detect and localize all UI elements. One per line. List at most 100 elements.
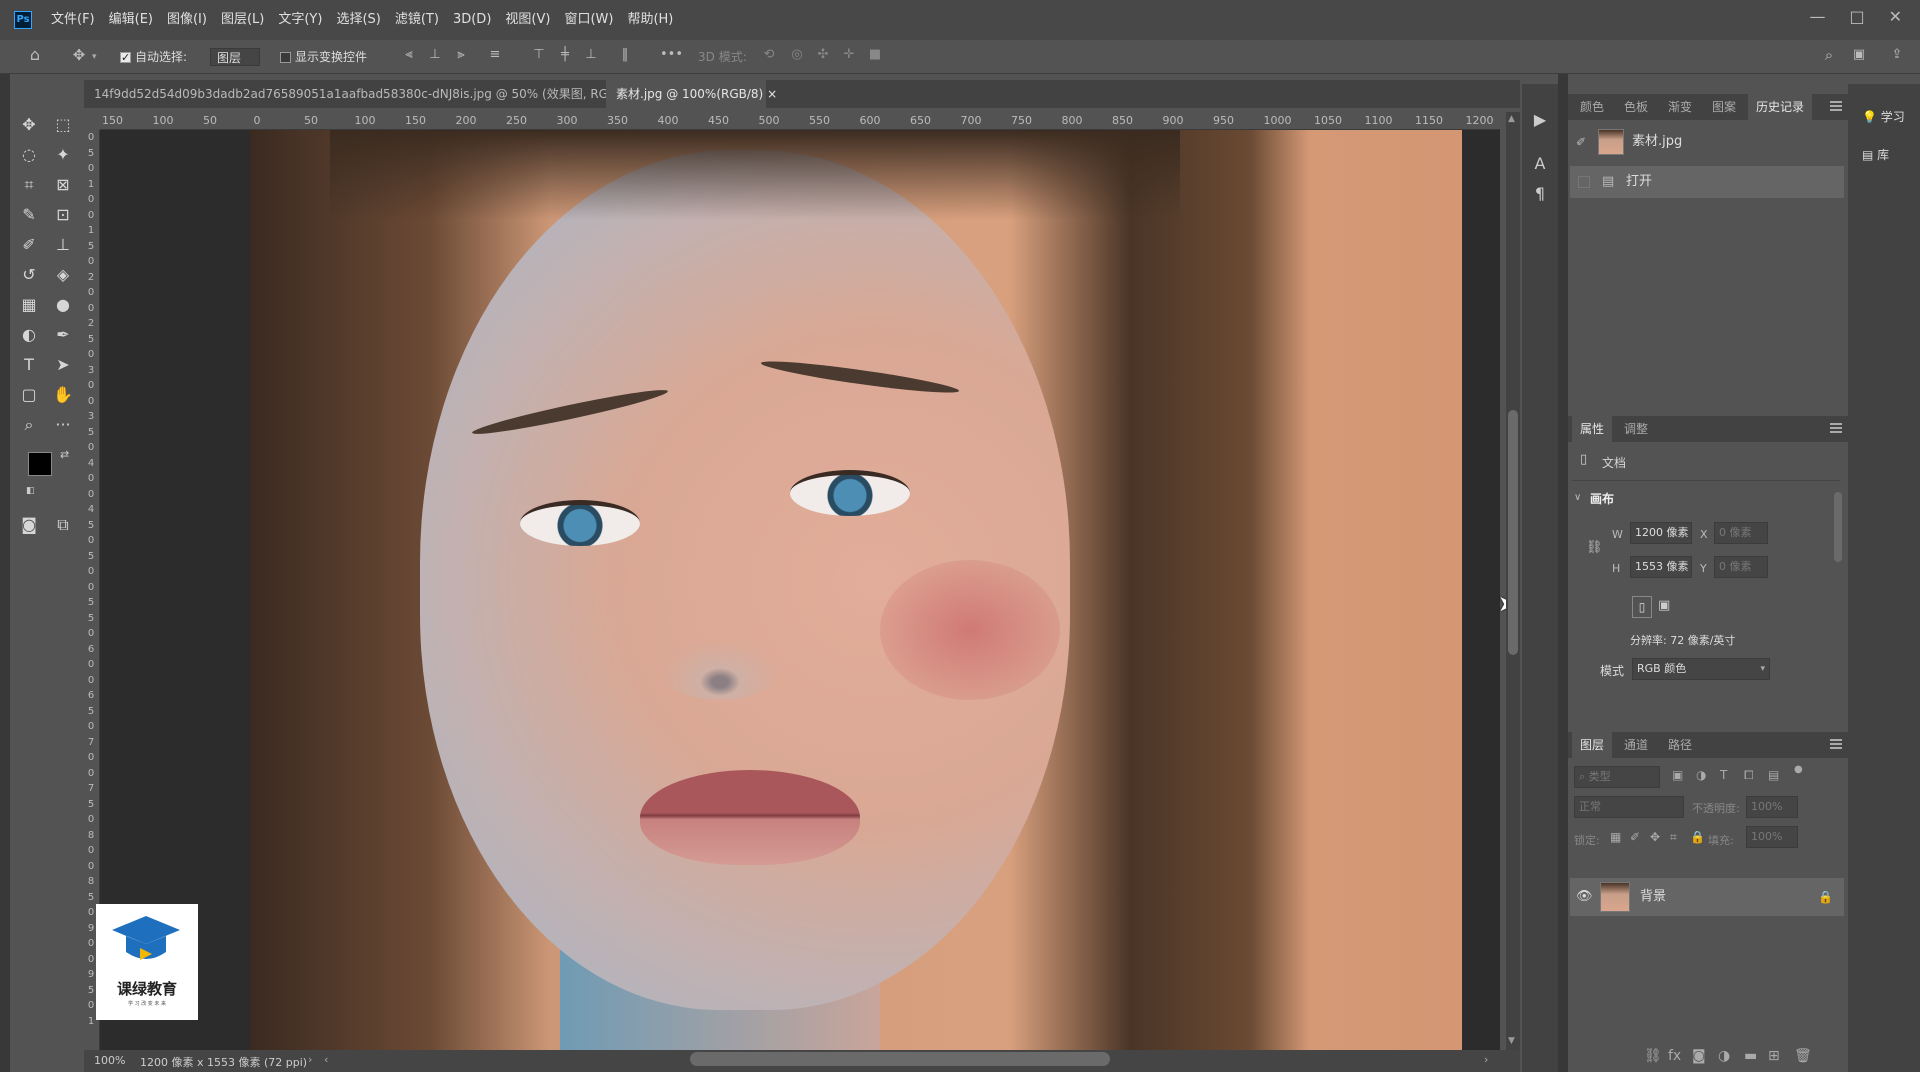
- auto-select-target-dropdown[interactable]: 图层: [210, 48, 261, 66]
- align-center-icon[interactable]: ⊥: [428, 48, 442, 62]
- history-item-open[interactable]: ▤ 打开: [1570, 166, 1844, 198]
- crop-tool-icon[interactable]: ⌗: [16, 172, 42, 198]
- panel-tab[interactable]: 属性: [1572, 416, 1613, 442]
- history-brush-icon[interactable]: ↺: [16, 262, 42, 288]
- align-top-icon[interactable]: ⊤: [532, 48, 546, 62]
- pen-tool-icon[interactable]: ✒: [50, 322, 76, 348]
- menu-item[interactable]: 窗口(W): [557, 0, 620, 40]
- background-color-swatch[interactable]: [44, 476, 68, 500]
- filter-smart-object-icon[interactable]: ▤: [1768, 768, 1779, 782]
- panel-tab[interactable]: 渐变: [1660, 94, 1700, 120]
- add-mask-icon[interactable]: ◙: [1692, 1048, 1706, 1064]
- move-tool-icon[interactable]: ✥: [16, 112, 42, 138]
- actions-play-icon[interactable]: ▶: [1530, 110, 1550, 130]
- panel-tab[interactable]: 色板: [1616, 94, 1656, 120]
- move-tool-icon[interactable]: ✥: [72, 48, 86, 63]
- menu-item[interactable]: 滤镜(T): [388, 0, 446, 40]
- learn-button[interactable]: 💡 学习: [1862, 108, 1905, 125]
- filter-shape-icon[interactable]: ⧠: [1744, 768, 1754, 783]
- menu-item[interactable]: 文件(F): [44, 0, 102, 40]
- tab-effect-image[interactable]: 14f9dd52d54d09b3dadb2ad76589051a1aafbad5…: [84, 80, 656, 108]
- more-tools-icon[interactable]: ···: [50, 412, 76, 438]
- properties-scroll-thumb[interactable]: [1834, 492, 1842, 562]
- stamp-tool-icon[interactable]: ⊥: [50, 232, 76, 258]
- gradient-tool-icon[interactable]: ▦: [16, 292, 42, 318]
- lasso-tool-icon[interactable]: ◌: [16, 142, 42, 168]
- close-button[interactable]: ✕: [1889, 7, 1902, 26]
- swap-colors-icon[interactable]: ⇄: [60, 448, 69, 461]
- filter-pixel-icon[interactable]: ▣: [1672, 768, 1683, 782]
- lock-position-icon[interactable]: ✥: [1650, 830, 1660, 844]
- shape-tool-icon[interactable]: ▢: [16, 382, 42, 408]
- link-layers-icon[interactable]: ⛓: [1644, 1048, 1662, 1064]
- hand-tool-icon[interactable]: ✋: [50, 382, 76, 408]
- menu-item[interactable]: 帮助(H): [620, 0, 680, 40]
- history-snapshot[interactable]: ✐ 素材.jpg: [1570, 126, 1844, 158]
- zoom-level[interactable]: 100%: [94, 1054, 125, 1067]
- height-field[interactable]: 1553 像素: [1630, 556, 1692, 578]
- blur-tool-icon[interactable]: ●: [50, 292, 76, 318]
- zoom-tool-icon[interactable]: ⌕: [16, 412, 42, 438]
- layer-lock-icon[interactable]: 🔒: [1818, 878, 1833, 916]
- panel-tab[interactable]: 颜色: [1572, 94, 1612, 120]
- screen-mode-icon[interactable]: ⧉: [50, 512, 76, 538]
- status-menu-chevron-icon[interactable]: ›: [308, 1053, 312, 1066]
- tab-source-image[interactable]: 素材.jpg @ 100%(RGB/8) ×: [606, 80, 777, 108]
- history-source-box[interactable]: [1578, 176, 1590, 188]
- properties-panel-menu-icon[interactable]: [1830, 423, 1842, 433]
- panel-tab[interactable]: 图案: [1704, 94, 1744, 120]
- portrait-orientation-icon[interactable]: ▯: [1632, 596, 1652, 618]
- landscape-orientation-icon[interactable]: ▣: [1658, 598, 1670, 613]
- 3d-roll-icon[interactable]: ◎: [790, 48, 804, 62]
- menu-item[interactable]: 图层(L): [214, 0, 271, 40]
- scroll-right-icon[interactable]: ›: [1484, 1053, 1488, 1066]
- layer-row-background[interactable]: 👁 背景 🔒: [1570, 878, 1844, 916]
- path-select-icon[interactable]: ➤: [50, 352, 76, 378]
- close-tab-icon[interactable]: ×: [767, 87, 777, 101]
- fill-field[interactable]: 100%: [1746, 826, 1798, 848]
- menu-item[interactable]: 选择(S): [329, 0, 387, 40]
- width-field[interactable]: 1200 像素: [1630, 522, 1692, 544]
- filter-type-icon[interactable]: T: [1720, 768, 1727, 782]
- library-button[interactable]: ▤ 库: [1862, 146, 1889, 163]
- visibility-eye-icon[interactable]: 👁: [1576, 878, 1593, 916]
- dodge-tool-icon[interactable]: ◐: [16, 322, 42, 348]
- align-middle-icon[interactable]: ╪: [558, 48, 572, 62]
- search-icon[interactable]: ⌕: [1822, 48, 1836, 63]
- more-options-icon[interactable]: •••: [660, 48, 683, 62]
- new-group-icon[interactable]: ▬: [1744, 1048, 1757, 1064]
- align-bottom-icon[interactable]: ⊥: [584, 48, 598, 62]
- blend-mode-dropdown[interactable]: 正常: [1574, 796, 1684, 818]
- distribute-icon[interactable]: ≡: [488, 48, 502, 62]
- eraser-tool-icon[interactable]: ◈: [50, 262, 76, 288]
- horizontal-scroll-thumb[interactable]: [690, 1052, 1110, 1066]
- auto-select-checkbox[interactable]: 自动选择:: [120, 48, 187, 67]
- minimize-button[interactable]: —: [1809, 7, 1825, 26]
- lock-pixels-icon[interactable]: ✐: [1630, 830, 1640, 844]
- quick-mask-icon[interactable]: ◙: [16, 512, 42, 538]
- panel-tab[interactable]: 路径: [1660, 732, 1700, 758]
- spot-heal-icon[interactable]: ⊡: [50, 202, 76, 228]
- filter-toggle-icon[interactable]: ●: [1794, 764, 1803, 775]
- brush-tool-icon[interactable]: ✐: [16, 232, 42, 258]
- lock-all-icon[interactable]: 🔒: [1690, 830, 1705, 844]
- vertical-scroll-thumb[interactable]: [1508, 410, 1518, 655]
- 3d-slide-icon[interactable]: ✛: [842, 48, 856, 62]
- share-icon[interactable]: ⇪: [1890, 48, 1904, 62]
- scroll-left-icon[interactable]: ‹: [324, 1053, 328, 1066]
- distribute-vertical-icon[interactable]: ‖: [618, 48, 632, 62]
- layer-style-fx-icon[interactable]: fx: [1668, 1048, 1681, 1064]
- layer-filter-dropdown[interactable]: ⌕ 类型: [1574, 766, 1660, 788]
- frame-tool-icon[interactable]: ⊠: [50, 172, 76, 198]
- history-brush-source-icon[interactable]: ✐: [1576, 126, 1586, 158]
- link-dimensions-icon[interactable]: ⛓: [1586, 540, 1603, 555]
- character-panel-icon[interactable]: A: [1530, 154, 1550, 174]
- magic-wand-icon[interactable]: ✦: [50, 142, 76, 168]
- menu-item[interactable]: 3D(D): [446, 0, 498, 40]
- maximize-button[interactable]: □: [1849, 7, 1864, 26]
- type-tool-icon[interactable]: T: [16, 352, 42, 378]
- foreground-color-swatch[interactable]: [28, 452, 52, 476]
- x-field[interactable]: 0 像素: [1714, 522, 1768, 544]
- panel-tab[interactable]: 图层: [1572, 732, 1613, 758]
- 3d-pan-icon[interactable]: ✣: [816, 48, 830, 62]
